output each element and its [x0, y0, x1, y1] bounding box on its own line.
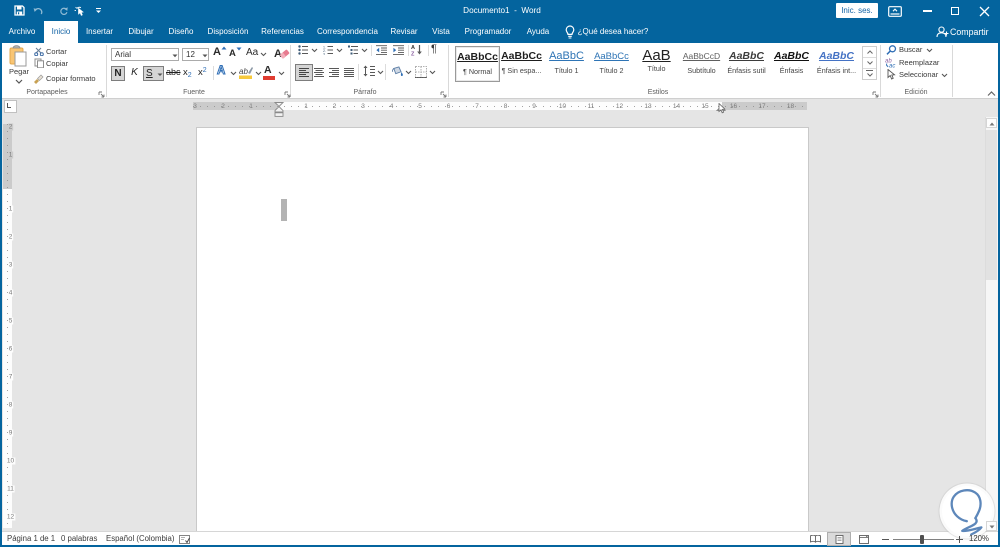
- svg-text:Z: Z: [411, 52, 415, 57]
- svg-text:ab: ab: [239, 67, 248, 76]
- svg-text:A: A: [274, 48, 282, 60]
- svg-text:A: A: [411, 45, 415, 51]
- svg-text:ac: ac: [889, 64, 895, 69]
- svg-text:3.: 3.: [323, 52, 326, 55]
